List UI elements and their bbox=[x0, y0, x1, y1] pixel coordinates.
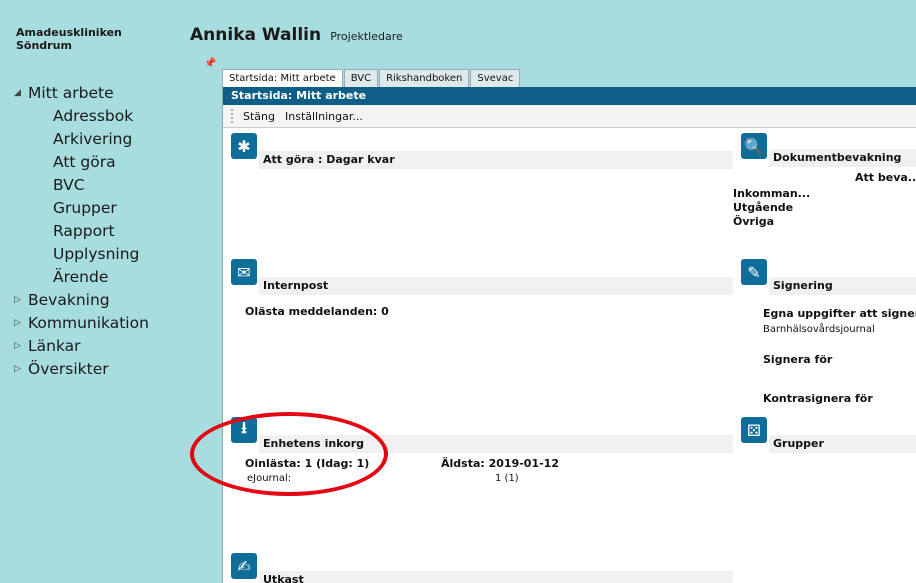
clinic-name: Amadeuskliniken Söndrum bbox=[16, 26, 122, 52]
close-button[interactable]: Stäng bbox=[243, 110, 275, 123]
toolbar-grip bbox=[231, 109, 235, 123]
inbox-source[interactable]: eJournal: bbox=[247, 473, 291, 484]
inbox-count: 1 (1) bbox=[495, 473, 519, 484]
nav-item-kommunikation[interactable]: ▷ Kommunikation bbox=[14, 312, 149, 335]
groups-dots-icon: ⚄ bbox=[741, 417, 767, 443]
collapsed-triangle-icon: ▷ bbox=[14, 295, 21, 305]
sidebar-nav: ◢ Mitt arbete Adressbok Arkivering Att gö… bbox=[14, 82, 149, 381]
nav-label: Länkar bbox=[28, 337, 81, 355]
docwatch-column: Att beva... bbox=[855, 171, 916, 184]
magnifier-document-icon: 🔍 bbox=[741, 133, 767, 159]
nav-item-adressbok[interactable]: Adressbok bbox=[14, 105, 149, 128]
widget-sign-title[interactable]: Signering bbox=[769, 277, 916, 295]
collapsed-triangle-icon: ▷ bbox=[14, 341, 21, 351]
nav-label: Kommunikation bbox=[28, 314, 149, 332]
tab-startsida[interactable]: Startsida: Mitt arbete bbox=[222, 69, 343, 89]
user-role: Projektledare bbox=[330, 30, 403, 43]
nav-label: Bevakning bbox=[28, 291, 110, 309]
draft-pencil-icon: ✍ bbox=[231, 553, 257, 579]
widget-inbox-title[interactable]: Enhetens inkorg bbox=[259, 435, 733, 453]
main-panel: Startsida: Mitt arbete Stäng Inställning… bbox=[222, 87, 916, 583]
inbox-download-icon: ⭳ bbox=[231, 417, 257, 443]
sign-bhv[interactable]: Barnhälsovårdsjournal bbox=[763, 324, 875, 335]
widget-drafts-title[interactable]: Utkast bbox=[259, 571, 733, 583]
nav-item-bvc[interactable]: BVC bbox=[14, 174, 149, 197]
expanded-triangle-icon: ◢ bbox=[14, 88, 21, 98]
envelope-icon: ✉ bbox=[231, 259, 257, 285]
nav-item-mitt-arbete[interactable]: ◢ Mitt arbete bbox=[14, 82, 149, 105]
nav-item-bevakning[interactable]: ▷ Bevakning bbox=[14, 289, 149, 312]
widget-docwatch-title[interactable]: Dokumentbevakning bbox=[769, 149, 916, 167]
nav-item-arende[interactable]: Ärende bbox=[14, 266, 149, 289]
toolbar: Stäng Inställningar... bbox=[223, 105, 916, 128]
user-header: Annika Wallin Projektledare bbox=[190, 25, 403, 45]
panel-title: Startsida: Mitt arbete bbox=[223, 87, 916, 105]
docwatch-incoming[interactable]: Inkomman... bbox=[733, 187, 810, 200]
tab-bvc[interactable]: BVC bbox=[343, 69, 379, 88]
clinic-line-1: Amadeuskliniken bbox=[16, 26, 122, 39]
tab-rikshandboken[interactable]: Rikshandboken bbox=[379, 69, 470, 88]
nav-label: Översikter bbox=[28, 360, 109, 378]
sign-own-tasks[interactable]: Egna uppgifter att signera bbox=[763, 307, 916, 320]
sign-for[interactable]: Signera för bbox=[763, 353, 832, 366]
pin-icon[interactable]: 📌 bbox=[204, 58, 216, 69]
clinic-line-2: Söndrum bbox=[16, 39, 72, 52]
pen-icon: ✎ bbox=[741, 259, 767, 285]
countersign-for[interactable]: Kontrasignera för bbox=[763, 392, 873, 405]
user-name: Annika Wallin bbox=[190, 25, 322, 45]
tab-bar: Startsida: Mitt arbete BVC Rikshandboken… bbox=[222, 69, 521, 89]
tab-svevac[interactable]: Svevac bbox=[470, 69, 521, 88]
asterisk-icon: ✱ bbox=[231, 133, 257, 159]
inbox-oldest: Äldsta: 2019-01-12 bbox=[441, 457, 559, 470]
nav-item-oversikter[interactable]: ▷ Översikter bbox=[14, 358, 149, 381]
widget-groups-title[interactable]: Grupper bbox=[769, 435, 916, 453]
docwatch-other[interactable]: Övriga bbox=[733, 215, 774, 228]
nav-item-att-gora[interactable]: Att göra bbox=[14, 151, 149, 174]
nav-label: Mitt arbete bbox=[28, 84, 114, 102]
collapsed-triangle-icon: ▷ bbox=[14, 318, 21, 328]
widget-mail-title[interactable]: Internpost bbox=[259, 277, 733, 295]
nav-item-upplysning[interactable]: Upplysning bbox=[14, 243, 149, 266]
mail-unread[interactable]: Olästa meddelanden: 0 bbox=[245, 305, 389, 318]
nav-item-arkivering[interactable]: Arkivering bbox=[14, 128, 149, 151]
settings-button[interactable]: Inställningar... bbox=[285, 110, 363, 123]
nav-item-grupper[interactable]: Grupper bbox=[14, 197, 149, 220]
inbox-unread[interactable]: Oinlästa: 1 (Idag: 1) bbox=[245, 457, 369, 470]
nav-item-lankar[interactable]: ▷ Länkar bbox=[14, 335, 149, 358]
nav-item-rapport[interactable]: Rapport bbox=[14, 220, 149, 243]
widget-todo-title[interactable]: Att göra : Dagar kvar bbox=[259, 151, 733, 169]
collapsed-triangle-icon: ▷ bbox=[14, 364, 21, 374]
docwatch-outgoing[interactable]: Utgående bbox=[733, 201, 793, 214]
